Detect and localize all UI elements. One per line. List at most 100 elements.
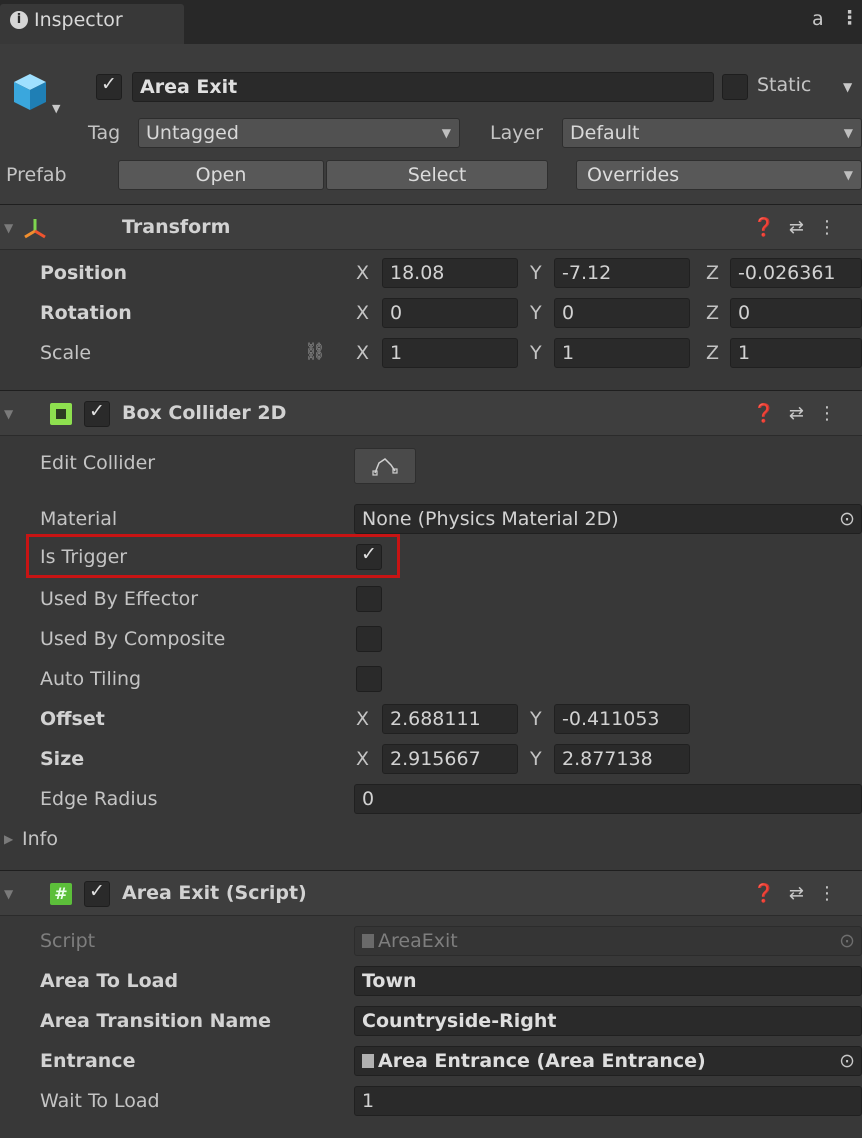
scale-label: Scale	[40, 342, 92, 364]
constrain-proportions-icon[interactable]: ⛓	[304, 342, 326, 362]
object-picker-icon[interactable]: ⊙	[839, 1047, 855, 1075]
presets-icon[interactable]: ⇄	[789, 883, 818, 904]
component-header-icons: ❓⇄⋮	[752, 205, 850, 251]
static-checkbox[interactable]	[722, 74, 748, 100]
position-z-field[interactable]: -0.026361	[730, 258, 862, 288]
area-exit-enabled-checkbox[interactable]	[84, 880, 110, 907]
entrance-object-icon	[362, 1054, 374, 1068]
object-name-field[interactable]: Area Exit	[132, 72, 714, 102]
box-collider-header[interactable]: ▼ Box Collider 2D ❓⇄⋮	[0, 390, 862, 436]
help-icon[interactable]: ❓	[752, 403, 788, 424]
scale-y-value: 1	[562, 342, 575, 364]
used-by-composite-checkbox[interactable]	[356, 626, 382, 652]
kebab-icon[interactable]: ⋮	[840, 7, 859, 29]
object-picker-icon: ⊙	[839, 930, 855, 952]
scale-z-field[interactable]: 1	[730, 338, 862, 368]
edge-radius-value: 0	[362, 788, 375, 810]
layer-label: Layer	[490, 122, 543, 144]
presets-icon[interactable]: ⇄	[789, 217, 818, 238]
tag-value: Untagged	[146, 122, 239, 144]
edit-collider-label: Edit Collider	[40, 452, 156, 474]
material-label: Material	[40, 508, 118, 530]
area-exit-header[interactable]: ▼ # Area Exit (Script) ❓⇄⋮	[0, 870, 862, 916]
foldout-arrow-icon[interactable]: ▼	[4, 221, 13, 235]
offset-y-value: -0.411053	[562, 708, 660, 730]
layer-dropdown[interactable]: Default ▼	[562, 118, 862, 148]
rotation-x-axis: X	[356, 302, 370, 324]
size-y-field[interactable]: 2.877138	[554, 744, 690, 774]
info-label[interactable]: Info	[22, 828, 58, 850]
component-header-icons: ❓⇄⋮	[752, 871, 850, 917]
active-checkbox[interactable]	[96, 73, 122, 100]
rotation-z-field[interactable]: 0	[730, 298, 862, 328]
chevron-down-icon: ▼	[843, 168, 853, 182]
foldout-arrow-icon[interactable]: ▼	[4, 887, 13, 901]
size-x-field[interactable]: 2.915667	[382, 744, 518, 774]
info-foldout-icon[interactable]: ▶	[4, 832, 13, 846]
rotation-y-value: 0	[562, 302, 575, 324]
auto-tiling-checkbox[interactable]	[356, 666, 382, 692]
presets-icon[interactable]: ⇄	[789, 403, 818, 424]
box-collider-enabled-checkbox[interactable]	[84, 400, 110, 427]
kebab-icon[interactable]: ⋮	[818, 403, 850, 424]
is-trigger-checkbox[interactable]	[356, 543, 382, 570]
size-x-axis: X	[356, 748, 370, 770]
tag-label: Tag	[88, 122, 121, 144]
rotation-y-axis: Y	[530, 302, 542, 324]
offset-x-field[interactable]: 2.688111	[382, 704, 518, 734]
prefab-select-button[interactable]: Select	[326, 160, 548, 190]
icon-dropdown-caret-icon[interactable]: ▼	[52, 102, 60, 115]
used-by-effector-checkbox[interactable]	[356, 586, 382, 612]
size-x-value: 2.915667	[390, 748, 481, 770]
transform-body: Position Rotation Scale ⛓ X 18.08 Y -7.1…	[0, 250, 862, 392]
rotation-z-value: 0	[738, 302, 751, 324]
scale-x-axis: X	[356, 342, 370, 364]
static-dropdown-caret-icon[interactable]: ▼	[843, 80, 852, 94]
help-icon[interactable]: ❓	[752, 883, 788, 904]
object-header: ▼ Area Exit Static ▼ Tag Untagged ▼ Laye…	[0, 44, 862, 204]
gameobject-cube-icon[interactable]	[10, 72, 50, 112]
kebab-icon[interactable]: ⋮	[818, 217, 850, 238]
tag-dropdown[interactable]: Untagged ▼	[138, 118, 460, 148]
prefab-open-button[interactable]: Open	[118, 160, 324, 190]
prefab-overrides-dropdown[interactable]: Overrides ▼	[576, 160, 862, 190]
scale-x-field[interactable]: 1	[382, 338, 518, 368]
area-to-load-field[interactable]: Town	[354, 966, 862, 996]
rotation-x-field[interactable]: 0	[382, 298, 518, 328]
object-picker-icon[interactable]: ⊙	[839, 505, 855, 533]
edit-collider-icon	[372, 458, 398, 476]
wait-to-load-value: 1	[362, 1090, 375, 1112]
script-field: AreaExit ⊙	[354, 926, 862, 956]
lock-icon[interactable]: a	[812, 8, 824, 30]
position-x-axis: X	[356, 262, 370, 284]
script-value: AreaExit	[378, 930, 458, 952]
position-y-field[interactable]: -7.12	[554, 258, 690, 288]
help-icon[interactable]: ❓	[752, 217, 788, 238]
kebab-icon[interactable]: ⋮	[818, 883, 850, 904]
offset-x-value: 2.688111	[390, 708, 481, 730]
box-collider-title: Box Collider 2D	[122, 402, 287, 424]
material-value: None (Physics Material 2D)	[362, 508, 619, 530]
tab-inspector[interactable]: i Inspector	[0, 4, 184, 44]
entrance-field[interactable]: Area Entrance (Area Entrance) ⊙	[354, 1046, 862, 1076]
foldout-arrow-icon[interactable]: ▼	[4, 407, 13, 421]
size-label: Size	[40, 748, 85, 770]
edit-collider-button[interactable]	[354, 448, 416, 484]
transform-title: Transform	[122, 216, 231, 238]
area-to-load-label: Area To Load	[40, 970, 179, 992]
position-y-axis: Y	[530, 262, 542, 284]
scale-y-axis: Y	[530, 342, 542, 364]
tab-bar: i Inspector a ⋮	[0, 0, 862, 44]
position-x-value: 18.08	[390, 262, 445, 284]
offset-y-field[interactable]: -0.411053	[554, 704, 690, 734]
rotation-y-field[interactable]: 0	[554, 298, 690, 328]
object-name: Area Exit	[140, 76, 238, 98]
edge-radius-field[interactable]: 0	[354, 784, 862, 814]
transform-header[interactable]: ▼ Transform ❓⇄⋮	[0, 204, 862, 250]
material-field[interactable]: None (Physics Material 2D) ⊙	[354, 504, 862, 534]
wait-to-load-field[interactable]: 1	[354, 1086, 862, 1116]
scale-y-field[interactable]: 1	[554, 338, 690, 368]
position-x-field[interactable]: 18.08	[382, 258, 518, 288]
area-transition-name-field[interactable]: Countryside-Right	[354, 1006, 862, 1036]
area-exit-body: Script AreaExit ⊙ Area To Load Town Area…	[0, 916, 862, 1138]
